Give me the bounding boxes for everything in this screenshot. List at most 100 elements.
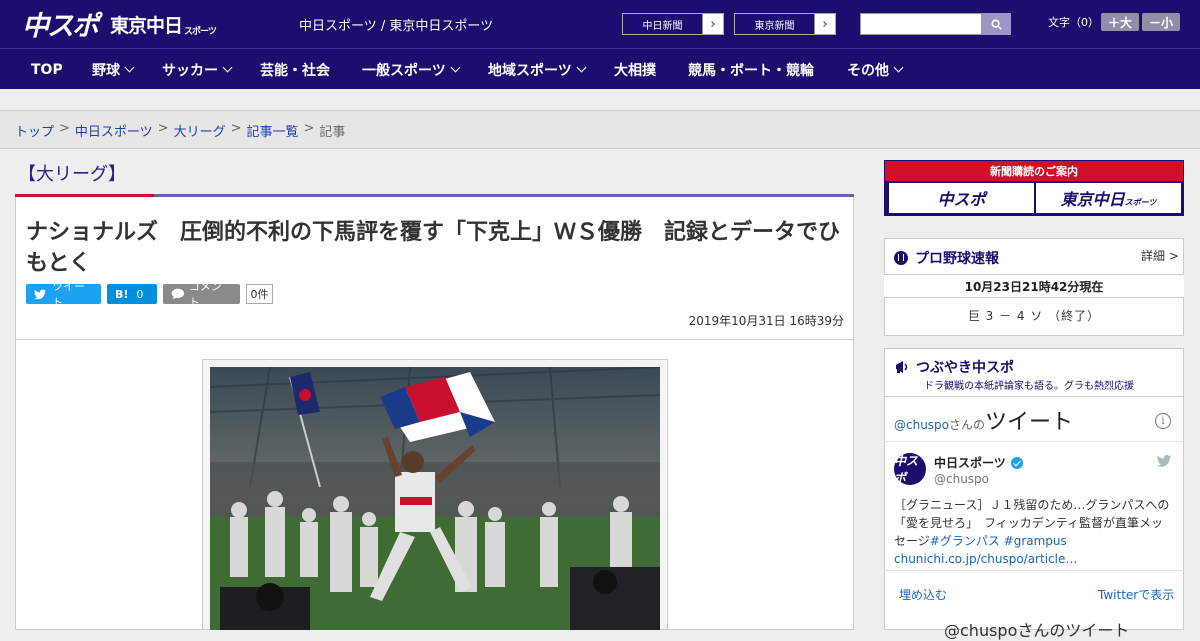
baseball-score[interactable]: 巨 3 － 4 ソ （終了） [884, 307, 1184, 324]
font-size-label: 文字（0） [1048, 16, 1099, 29]
twitter-heading-text: ツイート [985, 410, 1074, 435]
comment-label: コメント [188, 280, 222, 309]
breadcrumb-article-list[interactable]: 記事一覧 [247, 121, 299, 140]
baseball-scores-title: プロ野球速報 [894, 248, 999, 268]
subscription-tokyo-text: 東京中日 [1060, 190, 1125, 209]
baseball-icon [894, 251, 908, 265]
nav-label: 一般スポーツ [362, 62, 446, 79]
breadcrumb-separator: > [230, 121, 242, 136]
hatena-icon: B! [115, 287, 129, 301]
chevron-down-icon [893, 62, 904, 73]
view-on-twitter-link[interactable]: Twitterで表示 [1098, 586, 1174, 603]
nav-label: 地域スポーツ [488, 62, 572, 79]
nav-item-entertainment[interactable]: 芸能・社会 [260, 49, 330, 90]
tokyo-chunichi-logo[interactable]: 東京中日 スポーツ [110, 8, 217, 40]
chevron-right-icon: › [815, 14, 835, 34]
twitter-bird-icon [34, 289, 47, 299]
chunichi-shimbun-label: 中日新聞 [623, 14, 703, 34]
search-icon [991, 18, 1002, 30]
subscription-chuspo[interactable]: 中スポ [889, 183, 1034, 213]
breadcrumb-current: 記事 [319, 125, 346, 140]
tokyo-logo-text: 東京中日 [110, 14, 183, 37]
tokyo-shimbun-label: 東京新聞 [735, 14, 815, 34]
verified-badge-icon [1010, 456, 1023, 469]
tweet-author-name[interactable]: 中日スポーツ [934, 454, 1023, 471]
subscription-title: 新聞購読のご案内 [885, 161, 1183, 181]
nav-label: 野球 [92, 62, 120, 79]
twitter-bottom-heading: @chuspoさんのツイート [944, 621, 1130, 640]
tokyo-logo-small: スポーツ [184, 26, 217, 37]
chuspo-logo[interactable]: 中スポ [22, 6, 99, 42]
nav-item-regional-sports[interactable]: 地域スポーツ [488, 49, 587, 90]
breadcrumb-separator: > [157, 121, 169, 136]
breadcrumb-mlb[interactable]: 大リーグ [174, 121, 226, 140]
search-button[interactable] [982, 13, 1011, 35]
article-category: 【大リーグ】 [18, 164, 126, 185]
nav-item-baseball[interactable]: 野球 [92, 49, 135, 90]
hashtag-link[interactable]: #grampus [1004, 534, 1067, 548]
tweet-url-link[interactable]: chunichi.co.jp/chuspo/article… [894, 552, 1077, 566]
article-date: 2019年10月31日 16時39分 [688, 314, 844, 328]
hatena-bookmark-button[interactable]: B! 0 [107, 284, 157, 304]
embed-link[interactable]: 埋め込む [899, 586, 947, 603]
tweet-author-name-text: 中日スポーツ [934, 456, 1006, 470]
search-input[interactable] [860, 13, 982, 35]
breadcrumb-chuspo[interactable]: 中日スポーツ [75, 121, 153, 140]
nav-label: その他 [847, 62, 889, 79]
nav-label: 競馬・ボート・競輪 [688, 62, 814, 79]
tokyo-shimbun-button[interactable]: 東京新聞 › [734, 13, 836, 35]
nav-item-racing[interactable]: 競馬・ボート・競輪 [688, 49, 814, 90]
tweet-author-handle[interactable]: @chuspo [934, 472, 989, 486]
chevron-right-icon: › [703, 14, 723, 34]
twitter-divider [884, 570, 1184, 571]
breadcrumb: トップ > 中日スポーツ > 大リーグ > 記事一覧 > 記事 [15, 121, 345, 140]
megaphone-icon [896, 361, 908, 373]
nav-label: 大相撲 [614, 62, 656, 79]
site-title: 中日スポーツ / 東京中日スポーツ [299, 19, 494, 34]
nav-item-general-sports[interactable]: 一般スポーツ [362, 49, 461, 90]
comment-count: 0件 [246, 284, 273, 304]
speech-bubble-icon [171, 288, 185, 300]
breadcrumb-separator: > [303, 121, 315, 136]
twitter-widget-heading: @chuspo さんの ツイート [894, 404, 1073, 436]
avatar[interactable]: 中スポ [894, 453, 926, 485]
chevron-down-icon [450, 62, 461, 73]
chevron-down-icon [576, 62, 587, 73]
nav-item-sumo[interactable]: 大相撲 [614, 49, 656, 90]
font-size-increase-button[interactable]: ＋大 [1101, 13, 1139, 31]
nav-label: サッカー [162, 62, 218, 79]
tweet-label: ツイート [52, 280, 86, 309]
tweet-button[interactable]: ツイート [26, 280, 101, 309]
font-size-decrease-button[interactable]: －小 [1142, 13, 1180, 31]
comment-button[interactable]: コメント [163, 280, 240, 309]
twitter-handle-link[interactable]: @chuspo [894, 418, 949, 432]
baseball-title-text: プロ野球速報 [915, 251, 999, 267]
article-photo[interactable] [210, 367, 660, 630]
twitter-handle-suffix: さんの [949, 418, 986, 432]
site-header: 中スポ 東京中日 スポーツ 中日スポーツ / 東京中日スポーツ 中日新聞 › 東京… [0, 0, 1200, 48]
subscription-banner[interactable]: 新聞購読のご案内 中スポ 東京中日 スポーツ [884, 160, 1184, 216]
nav-item-soccer[interactable]: サッカー [162, 49, 233, 90]
nav-item-other[interactable]: その他 [847, 49, 904, 90]
chevron-down-icon [124, 62, 135, 73]
tweet-section-title: つぶやき中スポ [894, 357, 1014, 377]
subscription-tokyo-chunichi[interactable]: 東京中日 スポーツ [1036, 183, 1181, 213]
twitter-bird-icon[interactable] [1156, 455, 1172, 467]
tweet-section-subtitle: ドラ観戦の本紙評論家も語る。グラも熱烈応援 [924, 381, 1134, 392]
tweet-section-title-text: つぶやき中スポ [916, 360, 1014, 376]
sub-nav-bar [0, 89, 1200, 111]
nav-item-top[interactable]: TOP [31, 49, 63, 90]
breadcrumb-top[interactable]: トップ [15, 121, 54, 140]
nav-label: 芸能・社会 [260, 62, 330, 79]
hatena-count: 0 [136, 287, 144, 301]
hashtag-link[interactable]: #グランパス [930, 534, 1000, 548]
chevron-down-icon [222, 62, 233, 73]
main-nav: TOP 野球 サッカー 芸能・社会 一般スポーツ 地域スポーツ 大相撲 競馬・ボ… [0, 48, 1200, 89]
tweet-text: ［グラニュース］Ｊ１残留のため…グランパスへの「愛を見せろ」 フィッカデンティ監… [894, 496, 1174, 568]
breadcrumb-separator: > [59, 121, 70, 136]
chunichi-shimbun-button[interactable]: 中日新聞 › [622, 13, 724, 35]
baseball-detail-link[interactable]: 詳細 > [1141, 247, 1179, 264]
nav-label: TOP [31, 61, 63, 78]
info-icon[interactable]: i [1155, 413, 1171, 429]
subscription-tokyo-small: スポーツ [1124, 197, 1157, 207]
